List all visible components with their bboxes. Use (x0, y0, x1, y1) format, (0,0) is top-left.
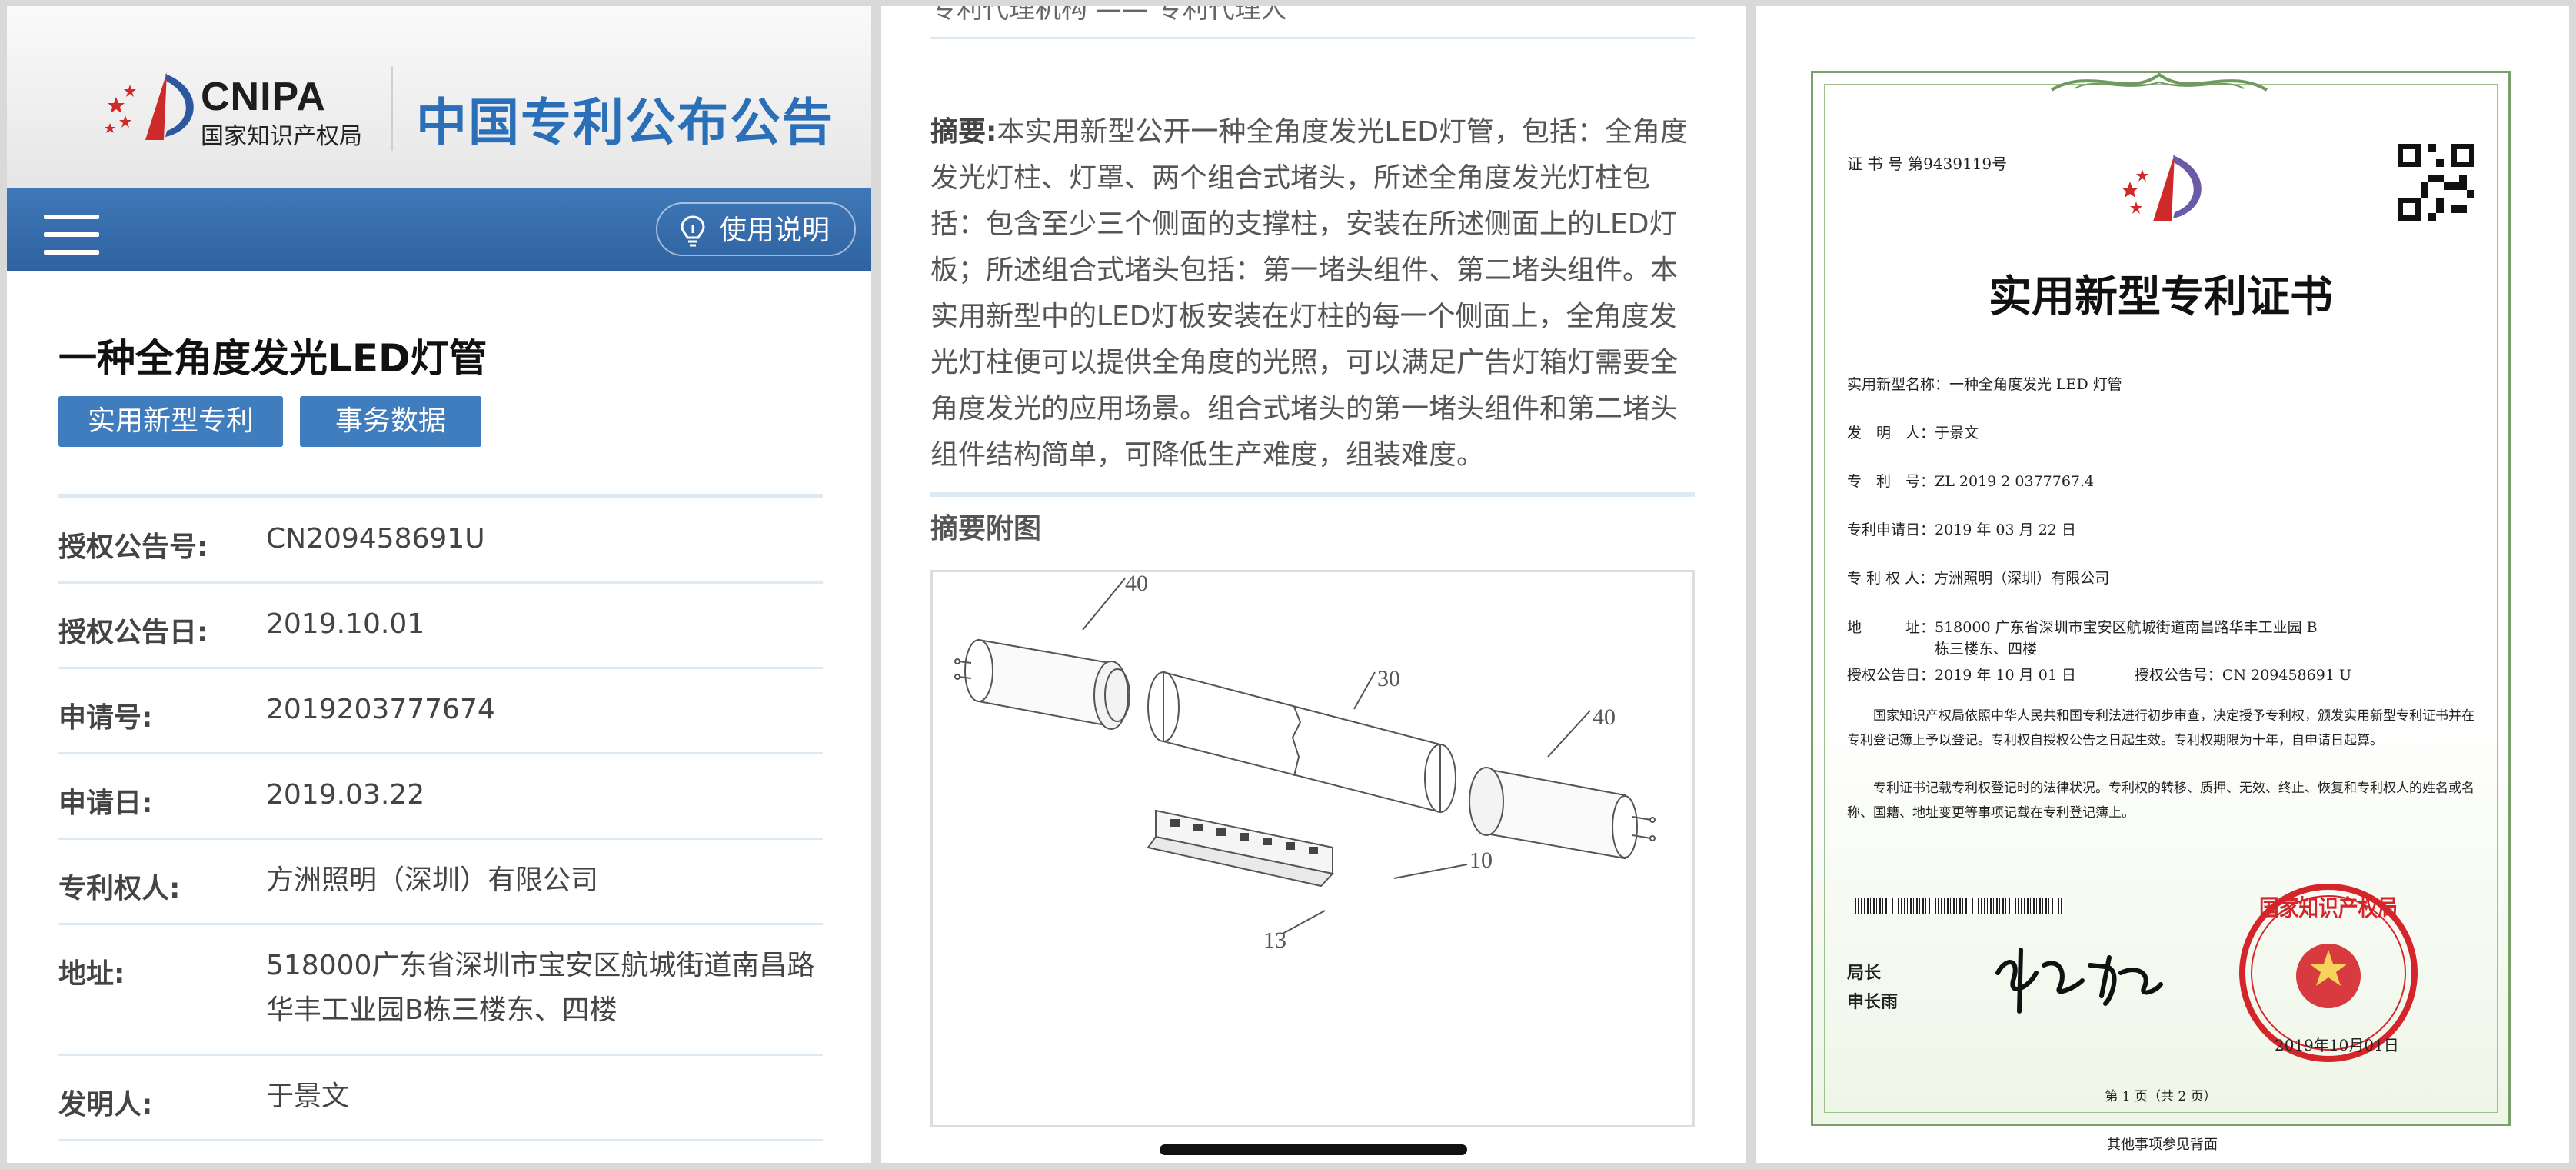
certificate-panel: 证 书 号 第9439119号 实用新型专利证书 实用新型名称：一种全角度发光 … (1756, 6, 2569, 1163)
info-value: 2019.10.01 (266, 608, 425, 640)
footer-note: 其他事项参见背面 (2107, 1137, 2218, 1153)
signature-icon (1995, 948, 2163, 1014)
transaction-data-button[interactable]: 事务数据 (300, 396, 481, 447)
barcode (1855, 898, 2064, 914)
logo-wordmark: CNIPA (201, 75, 326, 119)
label-10: 10 (1469, 848, 1493, 873)
header-divider (391, 66, 393, 151)
field-application-date: 专利申请日：2019 年 03 月 22 日 (1847, 521, 2076, 538)
home-indicator[interactable] (1160, 1144, 1467, 1155)
field-address-cont: 栋三楼东、四楼 (1847, 641, 2038, 658)
qr-code-icon (2398, 144, 2474, 221)
cut-off-row: 专利代理机构 —— 专利代理人 (930, 6, 1287, 25)
cnipa-logo-icon (105, 72, 194, 140)
nav-bar: 使用说明 (7, 188, 871, 271)
certificate-paragraph: 国家知识产权局依照中华人民共和国专利法进行初步审查，决定授予专利权，颁发实用新型… (1847, 708, 2474, 748)
info-value: 方洲照明（深圳）有限公司 (266, 864, 599, 896)
seal-date: 2019年10月01日 (2275, 1036, 2399, 1054)
field-address: 地 址：518000 广东省深圳市宝安区航城街道南昌路华丰工业园 B (1847, 619, 2318, 636)
field-grant-info: 授权公告日：2019 年 10 月 01 日 授权公告号：CN 20945869… (1847, 667, 2351, 684)
lightbulb-icon (681, 215, 705, 247)
signer-name: 申长雨 (1847, 992, 1899, 1012)
user-guide-label: 使用说明 (718, 215, 830, 246)
info-label: 申请日: (58, 788, 153, 819)
info-row-app-number: 申请号: 2019203777674 (58, 669, 823, 754)
patent-title: 一种全角度发光LED灯管 (58, 336, 488, 381)
led-tube-drawing: 40 30 40 10 13 (954, 571, 1656, 953)
certificate-paragraph: 专利证书记载专利权登记时的法律状况。专利权的转移、质押、无效、终止、恢复和专利权… (1847, 781, 2474, 821)
seal-text: 国家知识产权局 (2259, 895, 2398, 922)
abstract-panel: 专利代理机构 —— 专利代理人 摘要:本实用新型公开一种全角度发光LED灯管，包… (881, 6, 1746, 1163)
info-label: 专利权人: (58, 873, 181, 904)
info-value: 518000广东省深圳市宝安区航城街道南昌路华丰工业园B栋三楼东、四楼 (266, 950, 815, 1026)
logo-org-name: 国家知识产权局 (201, 123, 362, 150)
info-row-address: 地址: 518000广东省深圳市宝安区航城街道南昌路华丰工业园B栋三楼东、四楼 (58, 925, 823, 1056)
label-30: 30 (1377, 666, 1400, 691)
info-label: 授权公告号: (58, 531, 208, 563)
info-row-pub-date: 授权公告日: 2019.10.01 (58, 584, 823, 669)
info-row-inventor: 发明人: 于景文 (58, 1056, 823, 1141)
info-value: CN209458691U (266, 523, 485, 555)
ornament-icon (2050, 72, 2268, 92)
utility-model-tag-button[interactable]: 实用新型专利 (58, 396, 283, 447)
certificate-title: 实用新型专利证书 (1989, 271, 2333, 322)
abstract-text: 摘要:本实用新型公开一种全角度发光LED灯管，包括：全角度发光灯柱、灯罩、两个组… (930, 109, 1695, 478)
label-13: 13 (1263, 928, 1286, 953)
field-inventor: 发 明 人：于景文 (1847, 425, 1979, 441)
signer-title: 局长 (1847, 963, 1882, 983)
info-row-app-date: 申请日: 2019.03.22 (58, 754, 823, 840)
info-label: 发明人: (58, 1089, 153, 1121)
section-divider (930, 492, 1695, 497)
info-label: 授权公告日: (58, 617, 208, 648)
field-model-name: 实用新型名称：一种全角度发光 LED 灯管 (1847, 376, 2122, 393)
utility-model-certificate[interactable]: 证 书 号 第9439119号 实用新型专利证书 实用新型名称：一种全角度发光 … (1811, 71, 2511, 1126)
certificate-number: 证 书 号 第9439119号 (1847, 155, 2008, 173)
patent-info-panel: CNIPA 国家知识产权局 中国专利公布公告 使用说明 一种全角度发光LED灯管… (7, 6, 871, 1163)
field-patentee: 专 利 权 人：方洲照明（深圳）有限公司 (1847, 570, 2110, 587)
figure-heading: 摘要附图 (930, 513, 1042, 545)
info-value: 于景文 (266, 1081, 350, 1112)
page-info: 第 1 页（共 2 页） (2105, 1089, 2217, 1104)
site-title: 中国专利公布公告 (416, 93, 834, 152)
row-divider (930, 37, 1695, 39)
user-guide-button[interactable]: 使用说明 (655, 202, 856, 256)
menu-icon[interactable] (44, 215, 99, 255)
cnipa-emblem-icon (2122, 154, 2202, 221)
abstract-figure[interactable]: 40 30 40 10 13 (930, 570, 1695, 1127)
label-40-right: 40 (1593, 704, 1616, 730)
abstract-body: 本实用新型公开一种全角度发光LED灯管，包括：全角度发光灯柱、灯罩、两个组合式堵… (930, 116, 1688, 471)
info-label: 地址: (58, 958, 125, 990)
field-patent-number: 专 利 号：ZL 2019 2 0377767.4 (1847, 473, 2095, 490)
info-label: 申请号: (58, 702, 153, 734)
info-row-pub-number: 授权公告号: CN209458691U (58, 498, 823, 584)
info-value: 2019203777674 (266, 694, 495, 725)
label-40-left: 40 (1125, 572, 1148, 596)
abstract-label: 摘要: (930, 116, 997, 148)
info-row-patentee: 专利权人: 方洲照明（深圳）有限公司 (58, 840, 823, 925)
site-header: CNIPA 国家知识产权局 中国专利公布公告 (7, 6, 871, 188)
info-value: 2019.03.22 (266, 779, 425, 811)
